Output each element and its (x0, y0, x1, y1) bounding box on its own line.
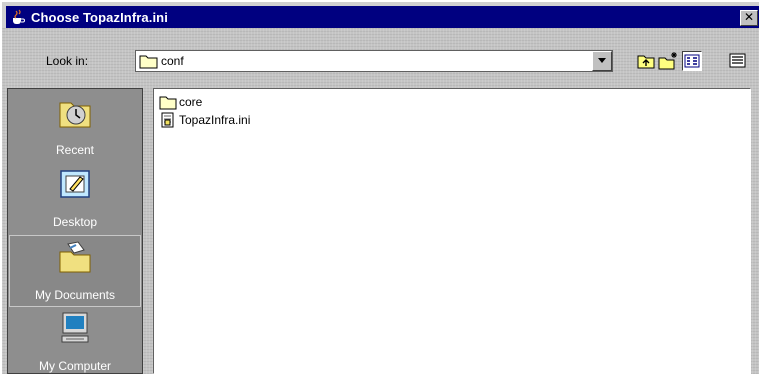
chevron-down-icon (598, 58, 606, 63)
details-view-icon (729, 53, 746, 68)
file-list[interactable]: core TopazInfra.ini (153, 88, 751, 374)
look-in-combo[interactable]: conf (135, 50, 613, 72)
list-view-button[interactable] (682, 51, 702, 71)
desktop-icon (58, 167, 92, 201)
details-view-button[interactable] (728, 51, 748, 71)
title-bar: Choose TopazInfra.ini ✕ (0, 0, 759, 28)
my-computer-icon (58, 311, 92, 345)
place-label: Desktop (52, 215, 98, 229)
place-my-documents[interactable]: My Documents (9, 235, 141, 307)
new-folder-icon (658, 52, 677, 70)
list-view-icon (684, 54, 700, 68)
folder-icon (159, 94, 177, 110)
folder-icon (139, 53, 158, 69)
places-bar: Recent Desktop My Documents My Computer (7, 88, 143, 374)
my-documents-icon (58, 240, 92, 274)
look-in-label: Look in: (46, 54, 89, 68)
place-label: My Documents (34, 288, 116, 302)
place-label: Recent (55, 143, 95, 157)
place-recent[interactable]: Recent (9, 91, 141, 163)
combo-dropdown-button[interactable] (592, 51, 612, 71)
java-cup-icon (10, 9, 26, 25)
ini-file-icon (159, 112, 177, 128)
window-title: Choose TopazInfra.ini (31, 10, 168, 25)
new-folder-button[interactable] (658, 51, 678, 71)
close-button[interactable]: ✕ (740, 10, 758, 26)
recent-icon (58, 95, 92, 129)
file-name: core (179, 95, 203, 109)
place-desktop[interactable]: Desktop (9, 163, 141, 235)
place-label: My Computer (38, 359, 112, 373)
look-in-value: conf (161, 54, 184, 68)
close-icon: ✕ (743, 10, 755, 24)
up-one-level-button[interactable] (636, 51, 656, 71)
up-folder-icon (637, 55, 655, 69)
file-name: TopazInfra.ini (179, 113, 251, 127)
place-my-computer[interactable]: My Computer (9, 307, 141, 374)
